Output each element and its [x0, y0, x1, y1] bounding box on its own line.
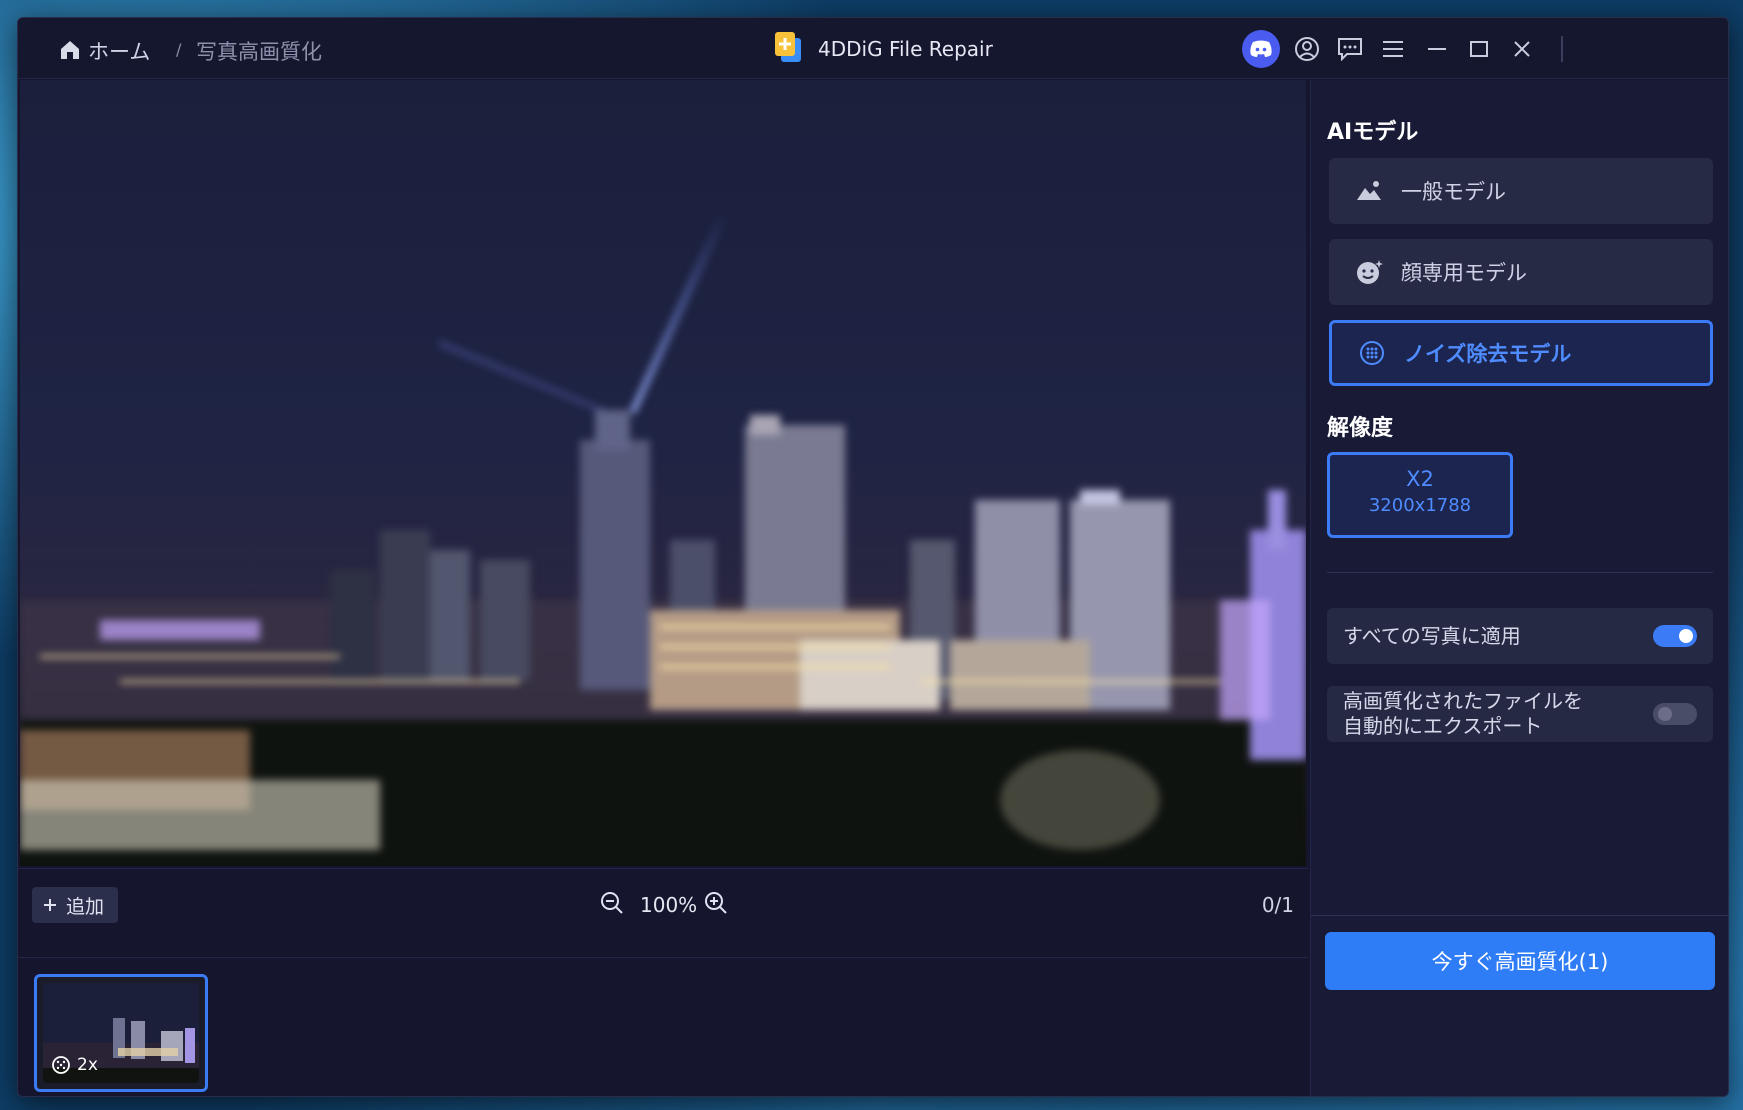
thumbnail-badge: 2x: [51, 1055, 98, 1075]
landscape-icon: [1357, 181, 1381, 200]
close-icon[interactable]: [1505, 32, 1539, 66]
thumbnail-scale: 2x: [77, 1055, 98, 1075]
auto-export-toggle[interactable]: [1653, 703, 1697, 725]
option-apply-all: すべての写真に適用: [1327, 608, 1713, 664]
breadcrumb-home[interactable]: ホーム: [88, 36, 150, 66]
option-auto-export: 高画質化されたファイルを 自動的にエクスポート: [1327, 686, 1713, 742]
option-auto-export-label-1: 高画質化されたファイルを: [1343, 689, 1583, 713]
thumbnail-item[interactable]: 2x: [34, 974, 208, 1092]
model-general[interactable]: 一般モデル: [1329, 158, 1713, 224]
model-face[interactable]: 顔専用モデル: [1329, 239, 1713, 305]
face-icon: [1357, 260, 1383, 284]
resolution-x2[interactable]: X2 3200x1788: [1327, 452, 1513, 538]
feedback-icon[interactable]: [1333, 32, 1367, 66]
plus-icon: [44, 899, 56, 911]
add-button-label: 追加: [66, 895, 105, 918]
thumbnail-strip: 2x: [18, 958, 1308, 1096]
option-auto-export-label-2: 自動的にエクスポート: [1343, 714, 1543, 738]
page-count: 0/1: [1261, 893, 1294, 917]
titlebar-separator: [1561, 36, 1563, 62]
zoom-level: 100%: [640, 893, 698, 917]
title-bar: ホーム / 写真高画質化 4DDiG File Repair: [18, 18, 1728, 79]
zoom-in-icon[interactable]: [704, 891, 728, 915]
ai-model-title: AIモデル: [1327, 120, 1419, 145]
preview-controls: 追加 100% 0/1: [18, 868, 1308, 958]
image-preview[interactable]: [20, 80, 1306, 866]
denoise-icon: [1360, 341, 1384, 365]
resolution-title: 解像度: [1327, 416, 1394, 441]
preview-photo: [20, 210, 1306, 866]
add-button[interactable]: 追加: [32, 887, 119, 923]
settings-panel: AIモデル 一般モデル 顔専用モデル ノイズ除去モデル 解像度 X2 3200x…: [1310, 80, 1728, 1096]
breadcrumb-separator: /: [176, 40, 182, 59]
app-logo-icon: [775, 32, 801, 62]
maximize-icon[interactable]: [1462, 32, 1496, 66]
resolution-size: 3200x1788: [1368, 495, 1472, 516]
minimize-icon[interactable]: [1420, 32, 1454, 66]
discord-icon[interactable]: [1242, 30, 1280, 68]
menu-icon[interactable]: [1376, 32, 1410, 66]
apply-all-toggle[interactable]: [1653, 625, 1697, 647]
app-window: ホーム / 写真高画質化 4DDiG File Repair 追加 100% 0…: [17, 17, 1729, 1097]
option-apply-all-label: すべての写真に適用: [1343, 624, 1521, 648]
panel-divider: [1327, 572, 1713, 573]
zoom-out-icon[interactable]: [600, 891, 624, 915]
enhance-now-button[interactable]: 今すぐ高画質化(1): [1325, 932, 1715, 990]
app-title: 4DDiG File Repair: [818, 37, 993, 61]
breadcrumb-current: 写真高画質化: [196, 40, 322, 64]
model-face-label: 顔専用モデル: [1401, 261, 1527, 285]
model-general-label: 一般モデル: [1401, 180, 1506, 204]
account-icon[interactable]: [1290, 32, 1324, 66]
panel-footer-divider: [1311, 915, 1728, 916]
resolution-scale: X2: [1406, 467, 1434, 491]
model-denoise-label: ノイズ除去モデル: [1404, 342, 1572, 366]
model-denoise[interactable]: ノイズ除去モデル: [1329, 320, 1713, 386]
denoise-icon: [52, 1056, 70, 1074]
home-icon[interactable]: [58, 38, 82, 62]
